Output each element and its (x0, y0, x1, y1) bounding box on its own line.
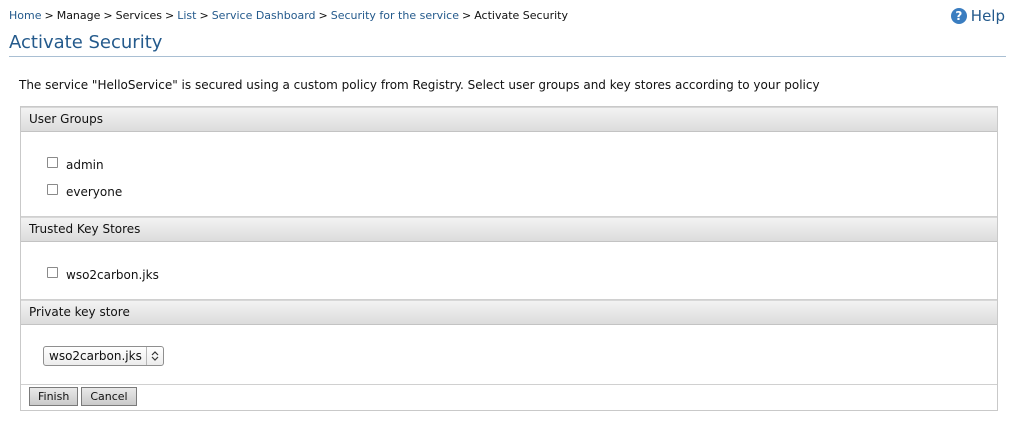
wso2carbon-checkbox[interactable] (47, 266, 58, 278)
checkbox-row-admin[interactable]: admin (47, 156, 104, 173)
admin-label: admin (66, 158, 104, 172)
breadcrumb-manage: Manage (56, 9, 101, 22)
help-icon[interactable]: ? (950, 8, 967, 24)
everyone-checkbox[interactable] (47, 183, 58, 195)
breadcrumb-services: Services (115, 9, 163, 22)
admin-checkbox[interactable] (47, 156, 58, 168)
section-header-user-groups: User Groups (21, 107, 997, 132)
section-header-private-key-store: Private key store (21, 300, 997, 325)
breadcrumb-separator: > (199, 9, 209, 22)
cancel-button[interactable]: Cancel (81, 387, 137, 406)
breadcrumb-service-dashboard[interactable]: Service Dashboard (212, 9, 316, 22)
page: Home > Manage > Services > List > Service Dashbo… (0, 0, 1013, 423)
intro-text: The service "HelloService" is secured us… (19, 78, 820, 92)
checkbox-row-everyone[interactable]: everyone (47, 183, 123, 200)
wso2carbon-label: wso2carbon.jks (66, 268, 159, 282)
everyone-label: everyone (66, 185, 123, 199)
breadcrumb-current: Activate Security (474, 9, 568, 22)
form-buttons: Finish Cancel (29, 387, 137, 406)
breadcrumb-separator: > (103, 9, 113, 22)
select-arrows-icon (146, 347, 163, 365)
help-link[interactable]: ? Help (950, 7, 1005, 25)
help-label[interactable]: Help (971, 7, 1005, 25)
page-title: Activate Security (9, 32, 163, 53)
breadcrumb-security-for-service[interactable]: Security for the service (331, 9, 459, 22)
breadcrumb-separator: > (165, 9, 175, 22)
finish-button[interactable]: Finish (29, 387, 79, 406)
breadcrumb: Home > Manage > Services > List > Service Dashbo… (9, 9, 568, 23)
breadcrumb-home[interactable]: Home (9, 9, 41, 22)
up-down-chevron-icon (151, 351, 159, 361)
private-key-store-select[interactable]: wso2carbon.jks (43, 346, 164, 366)
breadcrumb-separator: > (462, 9, 472, 22)
private-key-store-value: wso2carbon.jks (49, 349, 142, 363)
section-header-trusted-key-stores: Trusted Key Stores (21, 217, 997, 242)
breadcrumb-separator: > (318, 9, 328, 22)
breadcrumb-list[interactable]: List (177, 9, 196, 22)
checkbox-row-wso2carbon[interactable]: wso2carbon.jks (47, 266, 159, 283)
security-form: User Groups admin everyone Trusted Key S… (20, 106, 998, 411)
breadcrumb-separator: > (44, 9, 54, 22)
section-divider (21, 384, 997, 385)
title-divider (9, 56, 1006, 57)
